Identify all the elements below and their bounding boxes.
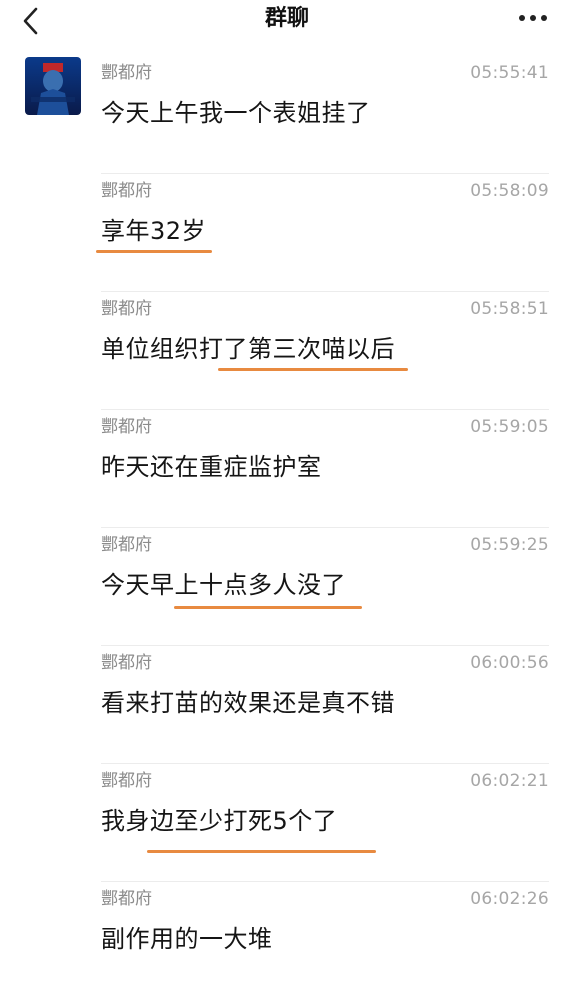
sender-name: 酆都府 [101,63,152,83]
message-text: 今天上午我一个表姐挂了 [101,99,371,127]
list-item[interactable]: 酆都府 06:02:26 副作用的一大堆 [101,882,549,1000]
message-text: 享年32岁 [101,217,207,245]
message-time: 05:59:05 [470,417,549,437]
message-time: 05:58:09 [470,181,549,201]
message-time: 05:59:25 [470,535,549,555]
list-item[interactable]: 酆都府 06:00:56 看来打苗的效果还是真不错 [101,646,549,764]
message-time: 06:00:56 [470,653,549,673]
sender-name: 酆都府 [101,299,152,319]
avatar[interactable] [25,57,81,115]
message-time: 06:02:26 [470,889,549,909]
sender-name: 酆都府 [101,653,152,673]
list-item[interactable]: 酆都府 05:55:41 今天上午我一个表姐挂了 [101,56,549,174]
sender-name: 酆都府 [101,417,152,437]
message-text: 单位组织打了第三次喵以后 [101,335,395,363]
list-item[interactable]: 酆都府 05:59:25 今天早上十点多人没了 [101,528,549,646]
list-item[interactable]: 酆都府 05:59:05 昨天还在重症监护室 [101,410,549,528]
message-text: 昨天还在重症监护室 [101,453,322,481]
message-time: 06:02:21 [470,771,549,791]
sender-name: 酆都府 [101,771,152,791]
sender-name: 酆都府 [101,889,152,909]
message-text: 副作用的一大堆 [101,925,273,953]
more-horizontal-icon [519,15,547,21]
message-time: 05:58:51 [470,299,549,319]
list-item[interactable]: 酆都府 05:58:51 单位组织打了第三次喵以后 [101,292,549,410]
message-text: 我身边至少打死5个了 [101,807,338,835]
list-item[interactable]: 酆都府 05:58:09 享年32岁 [96,174,549,292]
page-title: 群聊 [264,6,309,31]
message-text: 看来打苗的效果还是真不错 [101,689,395,717]
more-button[interactable] [514,6,554,30]
list-item[interactable]: 酆都府 06:02:21 我身边至少打死5个了 [101,764,549,882]
highlight-underline [147,850,376,853]
message-time: 05:55:41 [470,63,549,83]
sender-name: 酆都府 [101,181,152,201]
highlight-underline [174,606,362,609]
sender-name: 酆都府 [101,535,152,555]
message-text: 今天早上十点多人没了 [101,571,346,599]
highlight-underline [96,250,212,253]
nav-bar: 群聊 [0,0,574,44]
highlight-underline [218,368,408,371]
